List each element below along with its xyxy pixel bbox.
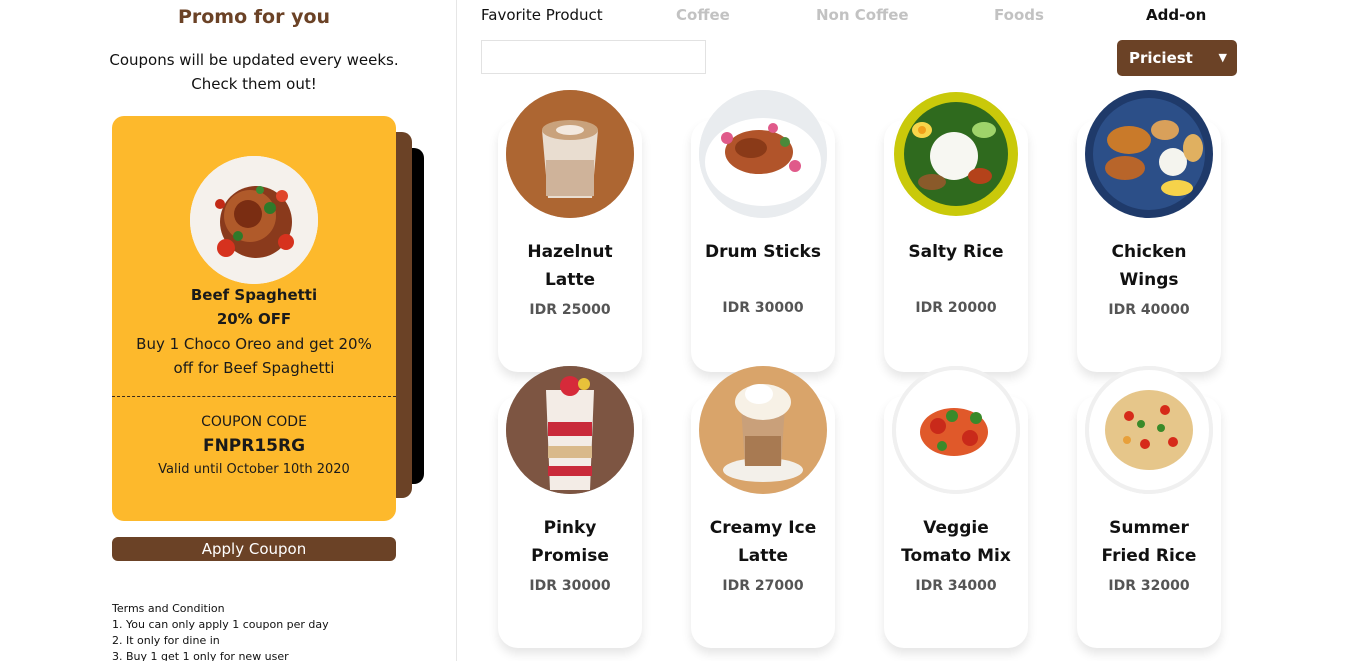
product-name: Creamy Ice Latte (709, 518, 817, 566)
product-price: IDR 27000 (722, 578, 804, 594)
search-input[interactable] (481, 40, 706, 74)
sort-selected-value: Priciest (1129, 49, 1193, 67)
tab-foods[interactable]: Foods (994, 6, 1044, 24)
product-price: IDR 25000 (529, 302, 611, 318)
promo-subtitle-line1: Coupons will be updated every weeks. (109, 51, 399, 69)
terms-item: 1. You can only apply 1 coupon per day (112, 618, 329, 631)
coupon-code-label: COUPON CODE (201, 414, 307, 430)
product-card[interactable]: Pinky Promise IDR 30000 (498, 366, 642, 648)
chicken-wings-image (1085, 90, 1213, 218)
product-price: IDR 34000 (915, 578, 997, 594)
product-name: Veggie Tomato Mix (901, 518, 1011, 566)
product-price: IDR 20000 (915, 300, 997, 316)
product-name: Drum Sticks (705, 242, 821, 262)
coupon-card[interactable]: Beef Spaghetti 20% OFF Buy 1 Choco Oreo … (112, 116, 396, 521)
terms-and-conditions: Terms and Condition 1. You can only appl… (112, 601, 329, 661)
tab-favorite-product[interactable]: Favorite Product (481, 6, 603, 24)
product-card[interactable]: Creamy Ice Latte IDR 27000 (691, 366, 835, 648)
creamy-ice-latte-image (699, 366, 827, 494)
product-name: Pinky Promise (531, 518, 609, 566)
product-name: Hazelnut Latte (527, 242, 613, 290)
coupon-discount: 20% OFF (216, 310, 292, 328)
chevron-down-icon: ▼ (1218, 51, 1227, 64)
coupon-product-name: Beef Spaghetti (190, 286, 318, 304)
product-price: IDR 40000 (1108, 302, 1190, 318)
coupon-code: FNPR15RG (202, 436, 306, 456)
veggie-tomato-mix-image (892, 366, 1020, 494)
beef-spaghetti-image (190, 156, 318, 284)
sort-select[interactable]: Priciest ▼ (1117, 40, 1237, 76)
product-price: IDR 30000 (722, 300, 804, 316)
product-price: IDR 32000 (1108, 578, 1190, 594)
salty-rice-image (892, 90, 1020, 218)
promo-subtitle: Coupons will be updated every weeks. Che… (0, 48, 508, 96)
terms-item: 2. It only for dine in (112, 634, 220, 647)
coupon-validity: Valid until October 10th 2020 (158, 462, 350, 477)
hazelnut-latte-image (506, 90, 634, 218)
product-card[interactable]: Chicken Wings IDR 40000 (1077, 90, 1221, 372)
pinky-promise-image (506, 366, 634, 494)
tab-non-coffee[interactable]: Non Coffee (816, 6, 909, 24)
product-name: Salty Rice (908, 242, 1004, 262)
product-card[interactable]: Salty Rice IDR 20000 (884, 90, 1028, 372)
terms-title: Terms and Condition (112, 602, 225, 615)
tab-coffee[interactable]: Coffee (676, 6, 730, 24)
product-card[interactable]: Hazelnut Latte IDR 25000 (498, 90, 642, 372)
coupon-divider (112, 396, 396, 397)
product-name: Chicken Wings (1111, 242, 1187, 290)
product-name: Summer Fried Rice (1101, 518, 1197, 566)
coupon-description: Buy 1 Choco Oreo and get 20% off for Bee… (136, 335, 372, 377)
terms-item: 3. Buy 1 get 1 only for new user (112, 650, 289, 661)
promo-title: Promo for you (177, 6, 331, 28)
drum-sticks-image (699, 90, 827, 218)
product-price: IDR 30000 (529, 578, 611, 594)
summer-fried-rice-image (1085, 366, 1213, 494)
product-card[interactable]: Drum Sticks IDR 30000 (691, 90, 835, 372)
promo-panel: Promo for you Coupons will be updated ev… (0, 0, 457, 661)
product-card[interactable]: Veggie Tomato Mix IDR 34000 (884, 366, 1028, 648)
product-card[interactable]: Summer Fried Rice IDR 32000 (1077, 366, 1221, 648)
promo-subtitle-line2: Check them out! (191, 75, 317, 93)
page: Promo for you Coupons will be updated ev… (0, 0, 1347, 661)
tab-add-on[interactable]: Add-on (1146, 6, 1206, 24)
apply-coupon-button[interactable]: Apply Coupon (112, 537, 396, 561)
